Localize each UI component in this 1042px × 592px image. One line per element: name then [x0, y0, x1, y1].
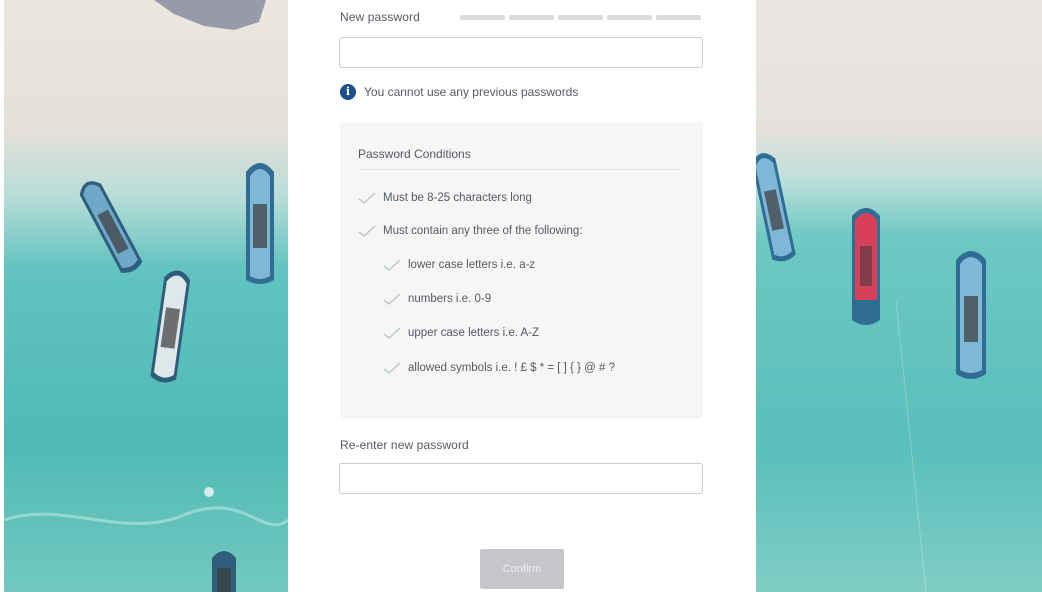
condition-text: Must be 8-25 characters long [383, 192, 532, 204]
boat-2 [246, 163, 274, 284]
check-icon [383, 292, 401, 306]
strength-segment [607, 15, 652, 20]
strength-segment [460, 15, 505, 20]
info-text: You cannot use any previous passwords [364, 85, 579, 99]
confirm-button[interactable]: Confirm [480, 549, 564, 589]
beach-photo-left [4, 0, 288, 592]
new-password-label: New password [340, 10, 420, 24]
condition-numbers: numbers i.e. 0-9 [383, 292, 491, 306]
condition-uppercase: upper case letters i.e. A-Z [383, 326, 539, 340]
check-icon [383, 361, 401, 375]
conditions-title: Password Conditions [358, 147, 471, 161]
new-password-input[interactable] [339, 37, 703, 68]
check-icon [383, 326, 401, 340]
password-strength-meter [460, 15, 701, 20]
check-icon [358, 191, 376, 205]
condition-text: allowed symbols i.e. ! £ $ * = [ ] { } @… [408, 362, 615, 374]
password-reset-screen: New password i You cannot use any previo… [0, 0, 1042, 592]
condition-three-of: Must contain any three of the following: [358, 224, 582, 238]
password-form: New password i You cannot use any previo… [288, 0, 756, 592]
check-icon [383, 258, 401, 272]
condition-length: Must be 8-25 characters long [358, 191, 532, 205]
boat-4 [212, 551, 236, 592]
condition-text: Must contain any three of the following: [383, 225, 583, 237]
condition-text: lower case letters i.e. a-z [408, 259, 536, 271]
beach-photo-right [756, 0, 1042, 592]
info-icon: i [340, 84, 356, 100]
strength-segment [558, 15, 603, 20]
strength-segment [656, 15, 701, 20]
condition-text: numbers i.e. 0-9 [408, 293, 492, 305]
reenter-password-label: Re-enter new password [340, 438, 469, 452]
previous-password-notice: i You cannot use any previous passwords [340, 84, 578, 100]
boat-6 [956, 251, 986, 379]
condition-text: upper case letters i.e. A-Z [408, 327, 540, 339]
condition-lowercase: lower case letters i.e. a-z [383, 258, 535, 272]
conditions-divider [358, 169, 682, 170]
red-boat [852, 208, 880, 325]
password-conditions-panel: Password Conditions Must be 8-25 charact… [340, 122, 703, 419]
reenter-password-input[interactable] [339, 463, 703, 494]
strength-segment [509, 15, 554, 20]
condition-symbols: allowed symbols i.e. ! £ $ * = [ ] { } @… [383, 361, 615, 375]
check-icon [358, 224, 376, 238]
